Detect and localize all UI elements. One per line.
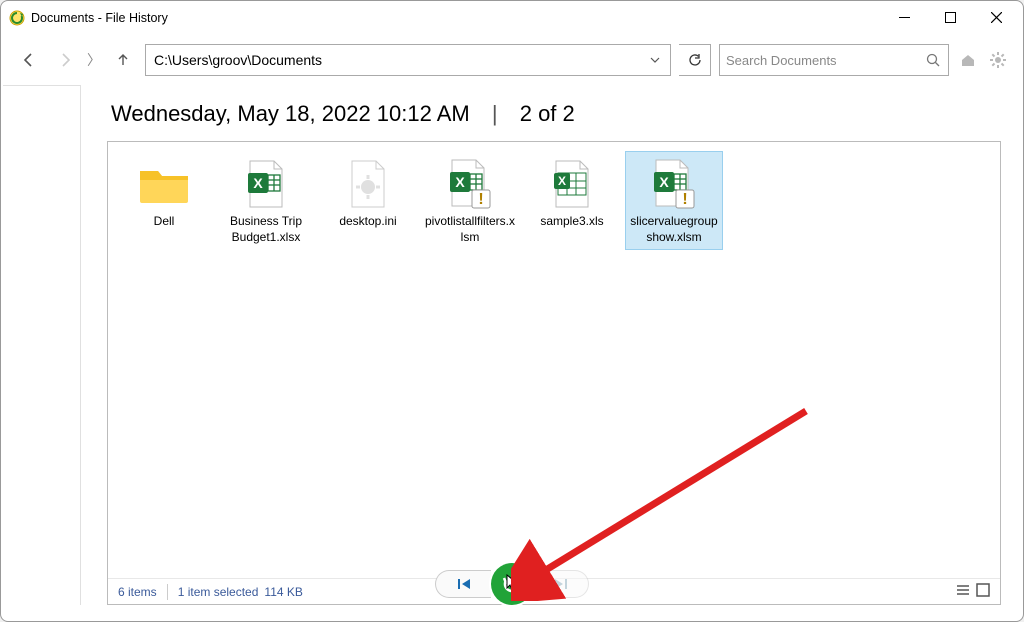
maximize-button[interactable] — [927, 2, 973, 34]
svg-text:X: X — [253, 175, 263, 191]
minimize-button[interactable] — [881, 2, 927, 34]
svg-text:X: X — [455, 174, 465, 190]
version-datetime: Wednesday, May 18, 2022 10:12 AM — [111, 101, 470, 126]
svg-text:X: X — [558, 174, 566, 188]
file-item-label: Dell — [154, 214, 175, 230]
svg-text:!: ! — [682, 191, 687, 208]
file-item-label: slicervaluegroupshow.xlsm — [628, 214, 720, 245]
file-item[interactable]: desktop.ini — [320, 152, 416, 249]
address-dropdown-button[interactable] — [640, 45, 670, 75]
close-button[interactable] — [973, 2, 1019, 34]
version-position: 2 of 2 — [520, 101, 575, 126]
up-button[interactable] — [109, 46, 137, 74]
file-item[interactable]: Xsample3.xls — [524, 152, 620, 249]
file-item[interactable]: Dell — [116, 152, 212, 249]
svg-text:X: X — [659, 174, 669, 190]
excel-legacy-icon: X — [544, 156, 600, 212]
file-listing: Dell X Business Trip Budget1.xlsx desktop.i… — [107, 141, 1001, 605]
status-count: 6 items — [118, 585, 157, 599]
left-pane — [3, 85, 81, 605]
file-item-label: desktop.ini — [339, 214, 396, 230]
search-box — [719, 44, 949, 76]
restore-button[interactable] — [491, 563, 533, 605]
file-item-label: Business Trip Budget1.xlsx — [220, 214, 312, 245]
folder-icon — [136, 156, 192, 212]
content-area: Wednesday, May 18, 2022 10:12 AM | 2 of … — [1, 85, 1023, 621]
file-item[interactable]: X!pivotlistallfilters.xlsm — [422, 152, 518, 249]
view-icons-icon[interactable] — [976, 583, 990, 600]
version-controls — [435, 563, 589, 605]
breadcrumb-separator: 〉 — [87, 50, 101, 70]
previous-version-button[interactable] — [435, 570, 491, 598]
home-icon[interactable] — [957, 49, 979, 71]
cursor-icon — [506, 574, 522, 597]
file-item[interactable]: X Business Trip Budget1.xlsx — [218, 152, 314, 249]
svg-text:!: ! — [478, 191, 483, 208]
status-size: 114 KB — [264, 585, 302, 599]
app-icon — [9, 10, 25, 26]
search-icon[interactable] — [922, 49, 944, 71]
gear-icon[interactable] — [987, 49, 1009, 71]
address-input[interactable] — [146, 45, 640, 75]
back-button[interactable] — [15, 46, 43, 74]
ini-icon — [340, 156, 396, 212]
navigation-toolbar: 〉 — [1, 35, 1023, 85]
excel-icon: X — [238, 156, 294, 212]
items-grid[interactable]: Dell X Business Trip Budget1.xlsx desktop.i… — [108, 142, 1000, 578]
view-details-icon[interactable] — [956, 583, 970, 600]
file-history-window: Documents - File History 〉 — [0, 0, 1024, 622]
excel-macro-icon: X! — [646, 156, 702, 212]
excel-macro-icon: X! — [442, 156, 498, 212]
address-bar — [145, 44, 671, 76]
file-item[interactable]: X!slicervaluegroupshow.xlsm — [626, 152, 722, 249]
forward-button[interactable] — [51, 46, 79, 74]
main-column: Wednesday, May 18, 2022 10:12 AM | 2 of … — [107, 85, 1001, 605]
search-input[interactable] — [724, 52, 922, 69]
title-bar: Documents - File History — [1, 1, 1023, 35]
file-item-label: pivotlistallfilters.xlsm — [424, 214, 516, 245]
next-version-button[interactable] — [533, 570, 589, 598]
refresh-button[interactable] — [679, 44, 711, 76]
status-selection: 1 item selected — [178, 585, 259, 599]
window-title: Documents - File History — [31, 11, 168, 25]
file-item-label: sample3.xls — [540, 214, 603, 230]
version-header: Wednesday, May 18, 2022 10:12 AM | 2 of … — [111, 101, 1001, 127]
